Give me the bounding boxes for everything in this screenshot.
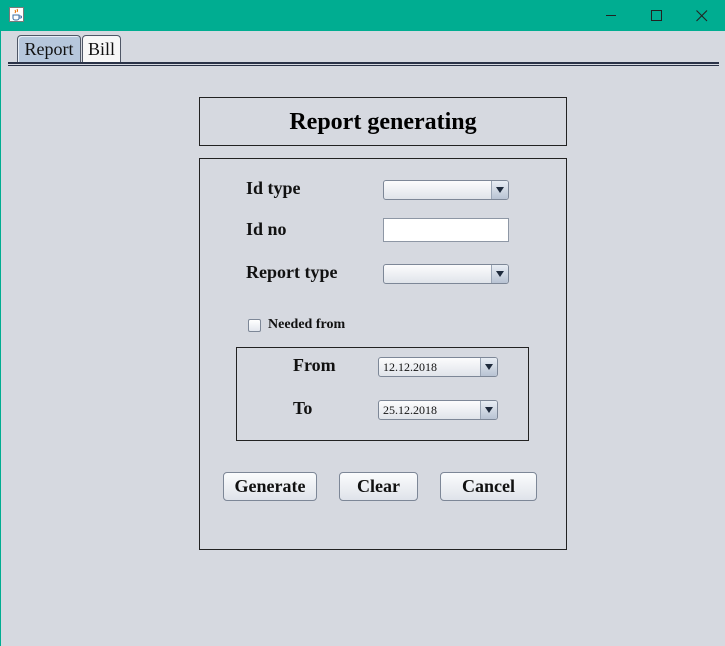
java-app-icon — [9, 7, 24, 22]
id-type-select[interactable] — [383, 180, 509, 200]
report-type-label: Report type — [246, 262, 338, 282]
tab-divider-lower — [8, 65, 719, 66]
id-type-dropdown-arrow[interactable] — [491, 181, 508, 199]
id-type-label: Id type — [246, 178, 301, 198]
from-date-dropdown-arrow[interactable] — [480, 358, 497, 376]
chevron-down-icon — [485, 364, 493, 370]
tab-divider — [8, 62, 719, 64]
needed-from-checkbox[interactable] — [248, 319, 261, 332]
minimize-button[interactable] — [588, 0, 634, 31]
maximize-icon — [651, 10, 662, 21]
from-label: From — [293, 355, 336, 375]
needed-from-label: Needed from — [268, 317, 346, 332]
to-date-dropdown-arrow[interactable] — [480, 401, 497, 419]
page-title: Report generating — [289, 109, 477, 135]
close-icon — [696, 10, 708, 22]
cancel-button[interactable]: Cancel — [440, 472, 537, 501]
maximize-button[interactable] — [634, 0, 680, 31]
generate-button[interactable]: Generate — [223, 472, 317, 501]
id-no-input[interactable] — [383, 218, 509, 242]
to-date-value: 25.12.2018 — [383, 403, 437, 417]
id-no-label: Id no — [246, 219, 287, 239]
chevron-down-icon — [496, 187, 504, 193]
from-date-select[interactable]: 12.12.2018 — [378, 357, 498, 377]
chevron-down-icon — [485, 407, 493, 413]
clear-button[interactable]: Clear — [339, 472, 418, 501]
to-date-select[interactable]: 25.12.2018 — [378, 400, 498, 420]
report-type-select[interactable] — [383, 264, 509, 284]
to-label: To — [293, 398, 313, 418]
tab-bill[interactable]: Bill — [82, 35, 121, 63]
chevron-down-icon — [496, 271, 504, 277]
window-frame-left — [0, 31, 1, 646]
close-button[interactable] — [679, 0, 725, 31]
minimize-icon — [606, 15, 616, 16]
from-date-value: 12.12.2018 — [383, 360, 437, 374]
tab-report[interactable]: Report — [17, 35, 81, 63]
report-title-box: Report generating — [199, 97, 567, 146]
window-title-bar[interactable] — [0, 0, 725, 31]
report-type-dropdown-arrow[interactable] — [491, 265, 508, 283]
